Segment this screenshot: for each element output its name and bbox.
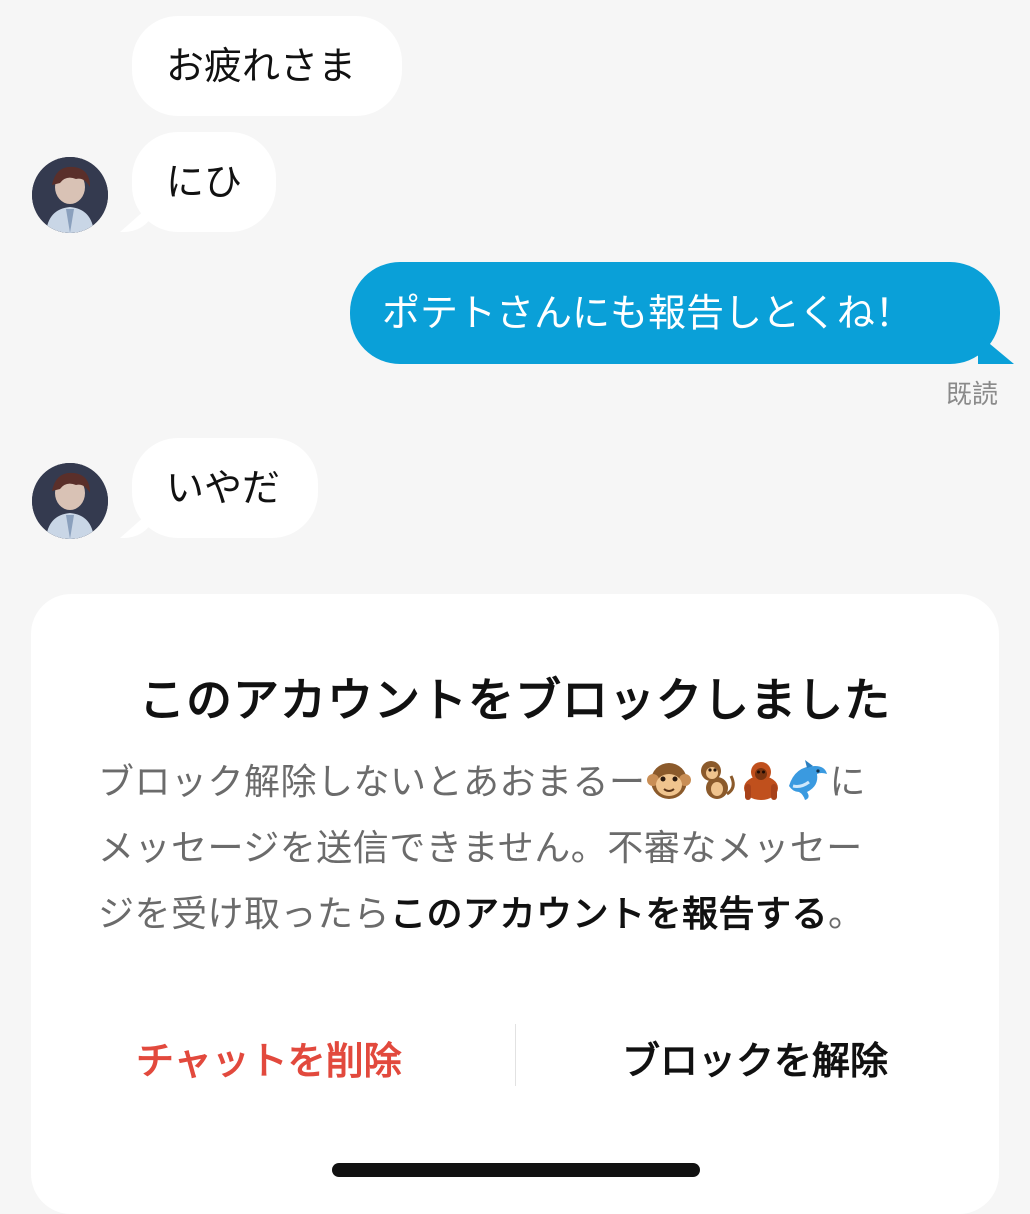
monkey-face-icon bbox=[646, 763, 691, 799]
message-text: いやだ bbox=[166, 466, 281, 510]
orangutan-icon bbox=[743, 762, 778, 800]
avatar[interactable] bbox=[32, 463, 108, 539]
dolphin-icon bbox=[788, 760, 827, 800]
action-divider bbox=[515, 1024, 516, 1086]
body-text: ブロック解除しないとあおまるー bbox=[98, 762, 646, 803]
message-bubble-incoming[interactable]: お疲れさま bbox=[132, 16, 402, 116]
body-text: ジを受け取ったら bbox=[98, 894, 391, 935]
block-notice-title: このアカウントをブロックしました bbox=[139, 673, 891, 727]
message-bubble-incoming[interactable]: にひ bbox=[132, 132, 276, 232]
message-bubble-outgoing[interactable]: ポテトさんにも報告しとくね！ bbox=[350, 262, 1000, 364]
body-text: に bbox=[829, 762, 867, 803]
body-text: 。 bbox=[828, 894, 865, 935]
block-notice-body: ブロック解除しないとあおまるー に メッセージを送信できません。不審なメッセー … bbox=[98, 750, 938, 948]
body-text: メッセージを送信できません。不審なメッセー bbox=[98, 828, 863, 869]
message-bubble-incoming[interactable]: いやだ bbox=[132, 438, 318, 538]
read-receipt: 既読 bbox=[945, 380, 998, 410]
unblock-button[interactable]: ブロックを解除 bbox=[622, 1030, 888, 1085]
message-text: にひ bbox=[166, 160, 243, 204]
home-indicator[interactable] bbox=[332, 1163, 700, 1177]
delete-chat-button[interactable]: チャットを削除 bbox=[136, 1030, 402, 1085]
monkey-icon bbox=[700, 761, 735, 799]
message-text: ポテトさんにも報告しとくね！ bbox=[382, 291, 913, 335]
report-account-link[interactable]: このアカウントを報告する bbox=[390, 894, 828, 935]
avatar[interactable] bbox=[32, 157, 108, 233]
message-text: お疲れさま bbox=[166, 44, 357, 88]
